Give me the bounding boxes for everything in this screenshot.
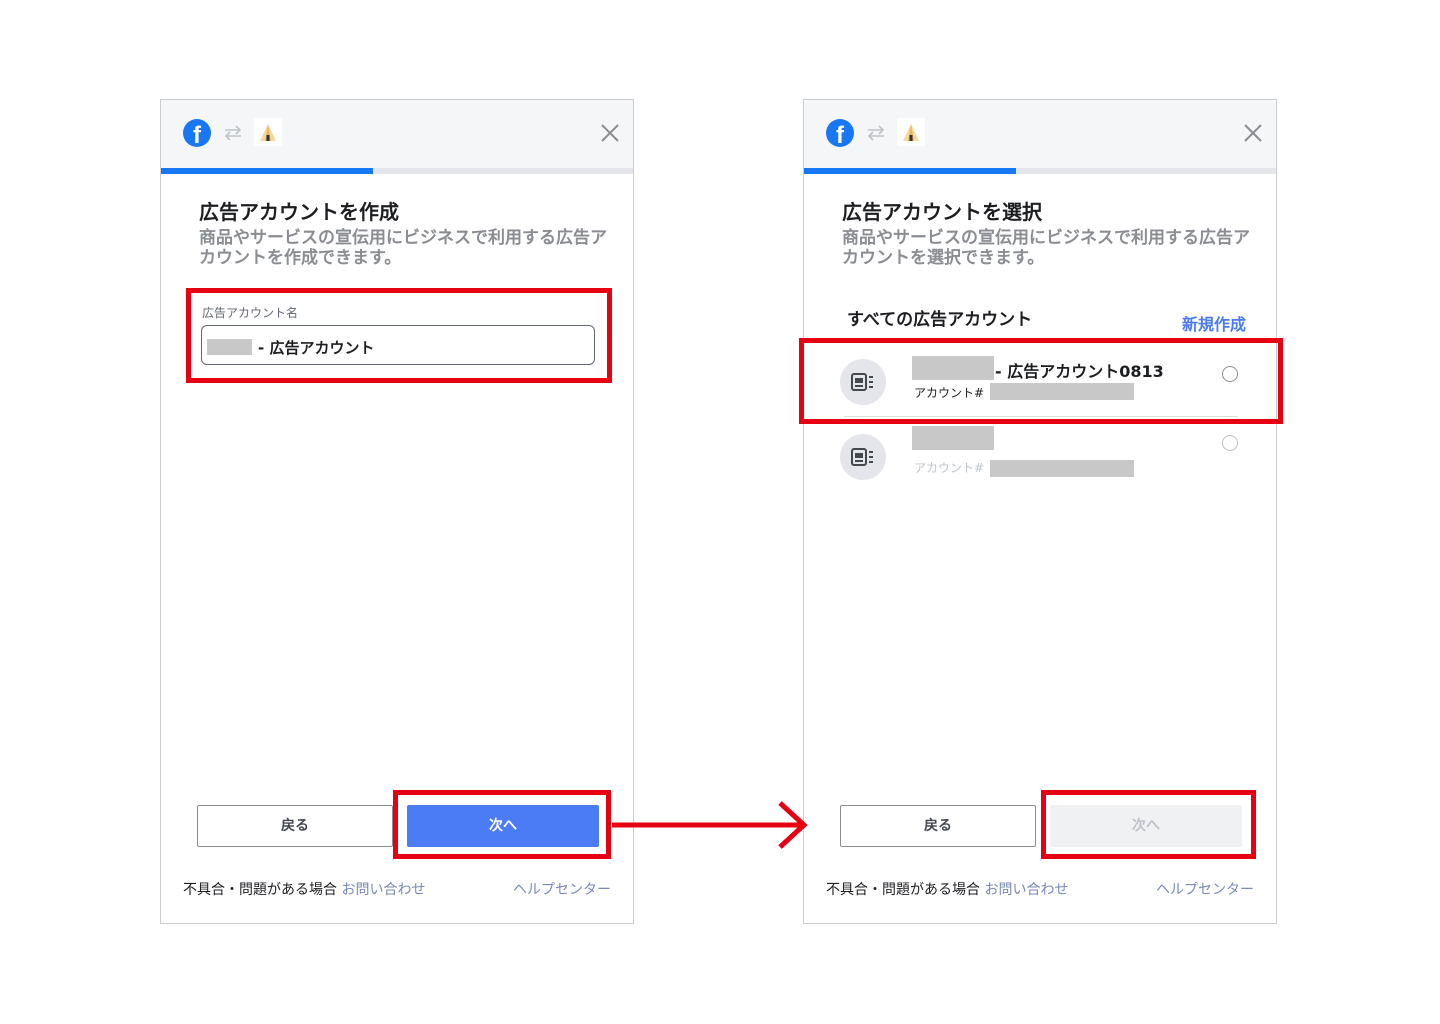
redacted-account-id (990, 460, 1134, 477)
account-name-input[interactable]: - 広告アカウント (201, 325, 595, 365)
help-center-link[interactable]: ヘルプセンター (513, 879, 611, 899)
redacted-account-name (912, 356, 994, 380)
account-radio[interactable] (1222, 366, 1238, 382)
ad-account-row[interactable]: - 広告アカウント0813 アカウント# (840, 356, 1240, 430)
swap-arrows-icon (224, 125, 242, 141)
support-footer: 不具合・問題がある場合 お問い合わせ (183, 879, 425, 899)
close-icon[interactable] (598, 121, 622, 145)
flow-arrow-icon (612, 801, 808, 849)
tent-logo (897, 118, 925, 146)
progress-bar (804, 168, 1276, 174)
dialog-title: 広告アカウントを作成 (199, 200, 399, 224)
next-button-disabled[interactable]: 次へ (1050, 805, 1242, 847)
divider (844, 416, 1238, 417)
account-name-label: 広告アカウント名 (202, 306, 299, 320)
redacted-account-id (990, 383, 1134, 400)
select-ad-account-dialog: f 広告アカウントを選択 商品やサービスの宣伝用にビジネスで利用する広告アカウン… (803, 99, 1277, 924)
ad-account-row[interactable]: アカウント# (840, 426, 1240, 504)
contact-link[interactable]: お問い合わせ (341, 882, 425, 898)
dialog-description: 商品やサービスの宣伝用にビジネスで利用する広告アカウントを選択できます。 (842, 228, 1250, 268)
close-icon[interactable] (1241, 121, 1265, 145)
ad-account-icon (840, 434, 886, 480)
redacted-account-name (912, 426, 994, 450)
redacted-business-name (207, 339, 252, 355)
account-radio[interactable] (1222, 435, 1238, 451)
dialog-header: f (804, 100, 1276, 168)
swap-arrows-icon (867, 125, 885, 141)
dialog-header: f (161, 100, 633, 168)
support-text: 不具合・問題がある場合 (183, 882, 337, 898)
contact-link[interactable]: お問い合わせ (984, 882, 1068, 898)
back-button[interactable]: 戻る (840, 805, 1036, 847)
progress-fill (804, 168, 1017, 174)
ad-account-id-label: アカウント# (914, 461, 985, 475)
support-text: 不具合・問題がある場合 (826, 882, 980, 898)
create-ad-account-dialog: f 広告アカウントを作成 商品やサービスの宣伝用にビジネスで利用する広告アカウン… (160, 99, 634, 924)
all-accounts-heading: すべての広告アカウント (847, 310, 1033, 330)
ad-account-id-label: アカウント# (914, 386, 985, 400)
dialog-title: 広告アカウントを選択 (842, 200, 1042, 224)
account-name-value: - 広告アカウント (258, 339, 375, 357)
ad-account-name: - 広告アカウント0813 (995, 362, 1164, 381)
facebook-logo: f (826, 119, 854, 147)
facebook-logo: f (183, 119, 211, 147)
dialog-description: 商品やサービスの宣伝用にビジネスで利用する広告アカウントを作成できます。 (199, 228, 607, 268)
support-footer: 不具合・問題がある場合 お問い合わせ (826, 879, 1068, 899)
progress-bar (161, 168, 633, 174)
help-center-link[interactable]: ヘルプセンター (1156, 879, 1254, 899)
next-button[interactable]: 次へ (407, 805, 599, 847)
create-new-link[interactable]: 新規作成 (1182, 311, 1246, 335)
ad-account-icon (840, 359, 886, 405)
progress-fill (161, 168, 374, 174)
tent-logo (254, 118, 282, 146)
back-button[interactable]: 戻る (197, 805, 393, 847)
